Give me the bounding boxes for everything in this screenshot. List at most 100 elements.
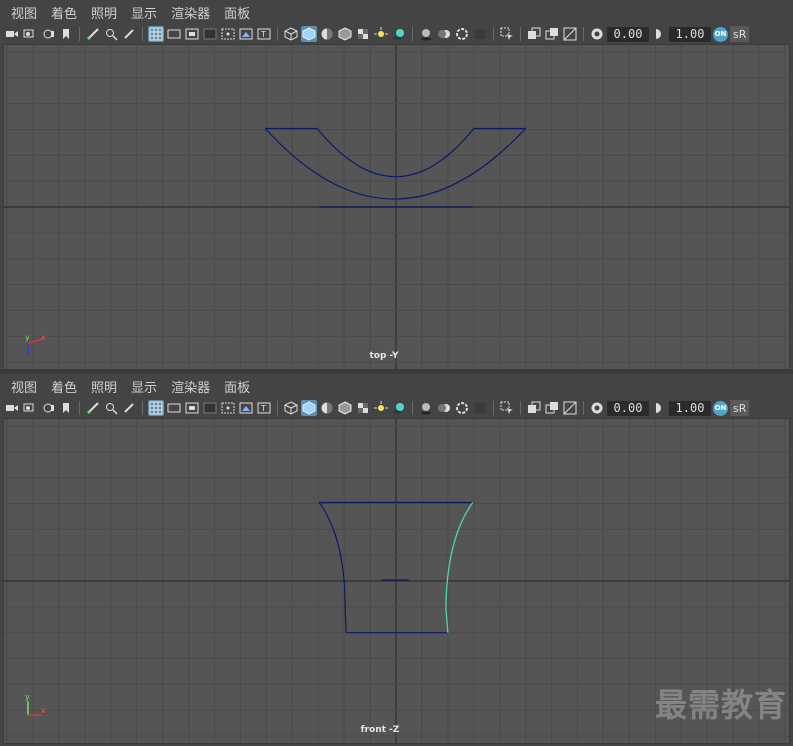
textured-icon[interactable] (355, 400, 371, 416)
gate-mask-icon[interactable] (202, 400, 218, 416)
safe-action-icon[interactable] (238, 400, 254, 416)
menu-bar: 视图 着色 照明 显示 渲染器 面板 (0, 374, 793, 398)
menu-panels[interactable]: 面板 (217, 377, 257, 396)
use-all-lights-icon[interactable] (373, 400, 389, 416)
xray-joints-icon[interactable] (562, 400, 578, 416)
front-panel: 视图 着色 照明 显示 渲染器 面板 T 0.00 1.00 ON sR y x… (0, 374, 793, 746)
menu-view[interactable]: 视图 (4, 3, 44, 22)
wireframe-on-shaded-icon[interactable] (337, 400, 353, 416)
exposure-field[interactable]: 0.00 (607, 26, 649, 42)
menu-show[interactable]: 显示 (124, 3, 164, 22)
menu-lighting[interactable]: 照明 (84, 3, 124, 22)
menu-lighting[interactable]: 照明 (84, 377, 124, 396)
wireframe-on-shaded-icon[interactable] (337, 26, 353, 42)
separator (79, 27, 80, 41)
depth-of-field-icon[interactable] (472, 400, 488, 416)
use-all-lights-icon[interactable] (373, 26, 389, 42)
wireframe-icon[interactable] (283, 26, 299, 42)
xray-active-components-icon[interactable] (544, 26, 560, 42)
separator (412, 27, 413, 41)
shadows-icon[interactable] (391, 400, 407, 416)
separator (79, 401, 80, 415)
isolate-select-icon[interactable] (499, 400, 515, 416)
grease-pencil-tool-icon[interactable] (121, 26, 137, 42)
textured-icon[interactable] (355, 26, 371, 42)
safe-title-icon[interactable]: T (256, 400, 272, 416)
right-profile-curve-selected[interactable] (445, 502, 474, 633)
camera-attributes-icon[interactable] (22, 26, 38, 42)
svg-text:x: x (41, 706, 46, 715)
menu-view[interactable]: 视图 (4, 377, 44, 396)
axis-gizmo: y x (25, 692, 46, 716)
camera-icon[interactable] (4, 400, 20, 416)
smooth-shade-icon[interactable] (301, 400, 317, 416)
exposure-icon[interactable] (589, 400, 605, 416)
separator (583, 27, 584, 41)
2d-pan-zoom-icon[interactable] (103, 400, 119, 416)
wireframe-icon[interactable] (283, 400, 299, 416)
safe-title-icon[interactable]: T (256, 26, 272, 42)
2d-pan-zoom-icon[interactable] (103, 26, 119, 42)
xray-icon[interactable] (526, 26, 542, 42)
grease-pencil-icon[interactable] (85, 400, 101, 416)
multisample-aa-icon[interactable] (454, 400, 470, 416)
field-chart-icon[interactable] (220, 400, 236, 416)
film-gate-icon[interactable] (166, 26, 182, 42)
grease-pencil-icon[interactable] (85, 26, 101, 42)
exposure-field[interactable]: 0.00 (607, 400, 649, 416)
xray-joints-icon[interactable] (562, 26, 578, 42)
screen-space-ao-icon[interactable] (418, 26, 434, 42)
screen-space-ao-icon[interactable] (418, 400, 434, 416)
menu-panels[interactable]: 面板 (217, 3, 257, 22)
multisample-aa-icon[interactable] (454, 26, 470, 42)
exposure-icon[interactable] (589, 26, 605, 42)
resolution-gate-icon[interactable] (184, 400, 200, 416)
gamma-icon[interactable] (651, 26, 667, 42)
gamma-field[interactable]: 1.00 (669, 400, 711, 416)
gamma-icon[interactable] (651, 400, 667, 416)
motion-blur-icon[interactable] (436, 400, 452, 416)
camera-icon[interactable] (4, 26, 20, 42)
menu-renderer[interactable]: 渲染器 (164, 3, 217, 22)
gamma-field[interactable]: 1.00 (669, 26, 711, 42)
default-material-icon[interactable] (319, 26, 335, 42)
grid-icon[interactable] (148, 400, 164, 416)
image-plane-icon[interactable] (58, 26, 74, 42)
default-material-icon[interactable] (319, 400, 335, 416)
safe-action-icon[interactable] (238, 26, 254, 42)
color-management-toggle[interactable]: ON (713, 26, 728, 42)
view-transform-dropdown[interactable]: sR (730, 26, 750, 42)
gate-mask-icon[interactable] (202, 26, 218, 42)
resolution-gate-icon[interactable] (184, 26, 200, 42)
menu-shading[interactable]: 着色 (44, 3, 84, 22)
separator (520, 401, 521, 415)
separator (493, 27, 494, 41)
bookmark-camera-icon[interactable] (40, 26, 56, 42)
image-plane-icon[interactable] (58, 400, 74, 416)
menu-show[interactable]: 显示 (124, 377, 164, 396)
bookmark-camera-icon[interactable] (40, 400, 56, 416)
grid-icon[interactable] (148, 26, 164, 42)
xray-active-components-icon[interactable] (544, 400, 560, 416)
smooth-shade-icon[interactable] (301, 26, 317, 42)
menu-renderer[interactable]: 渲染器 (164, 377, 217, 396)
camera-attributes-icon[interactable] (22, 400, 38, 416)
isolate-select-icon[interactable] (499, 26, 515, 42)
shadows-icon[interactable] (391, 26, 407, 42)
separator (142, 401, 143, 415)
separator (142, 27, 143, 41)
left-profile-curve[interactable] (318, 502, 347, 633)
grease-pencil-tool-icon[interactable] (121, 400, 137, 416)
depth-of-field-icon[interactable] (472, 26, 488, 42)
xray-icon[interactable] (526, 400, 542, 416)
film-gate-icon[interactable] (166, 400, 182, 416)
top-viewport[interactable]: y x top -Y (3, 44, 790, 370)
separator (412, 401, 413, 415)
field-chart-icon[interactable] (220, 26, 236, 42)
motion-blur-icon[interactable] (436, 26, 452, 42)
color-management-toggle[interactable]: ON (713, 400, 728, 416)
top-scene: y x (4, 45, 789, 369)
watermark: 最需教育 (654, 686, 787, 724)
view-transform-dropdown[interactable]: sR (730, 400, 750, 416)
menu-shading[interactable]: 着色 (44, 377, 84, 396)
